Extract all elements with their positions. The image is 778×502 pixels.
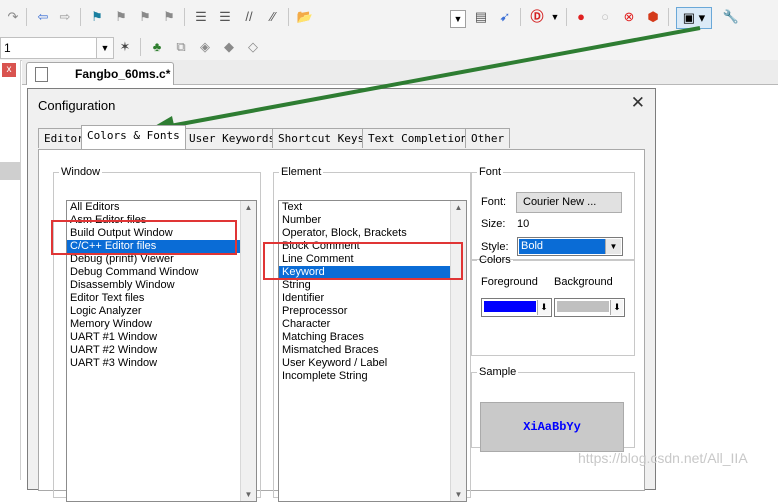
scroll-down-icon[interactable]: ▼	[241, 490, 256, 499]
tab-colors-fonts[interactable]: Colors & Fonts	[81, 125, 186, 149]
scroll-down-icon[interactable]: ▼	[451, 490, 466, 499]
watermark: https://blog.csdn.net/All_IIA	[578, 450, 748, 466]
annotation-arrow	[148, 26, 701, 134]
